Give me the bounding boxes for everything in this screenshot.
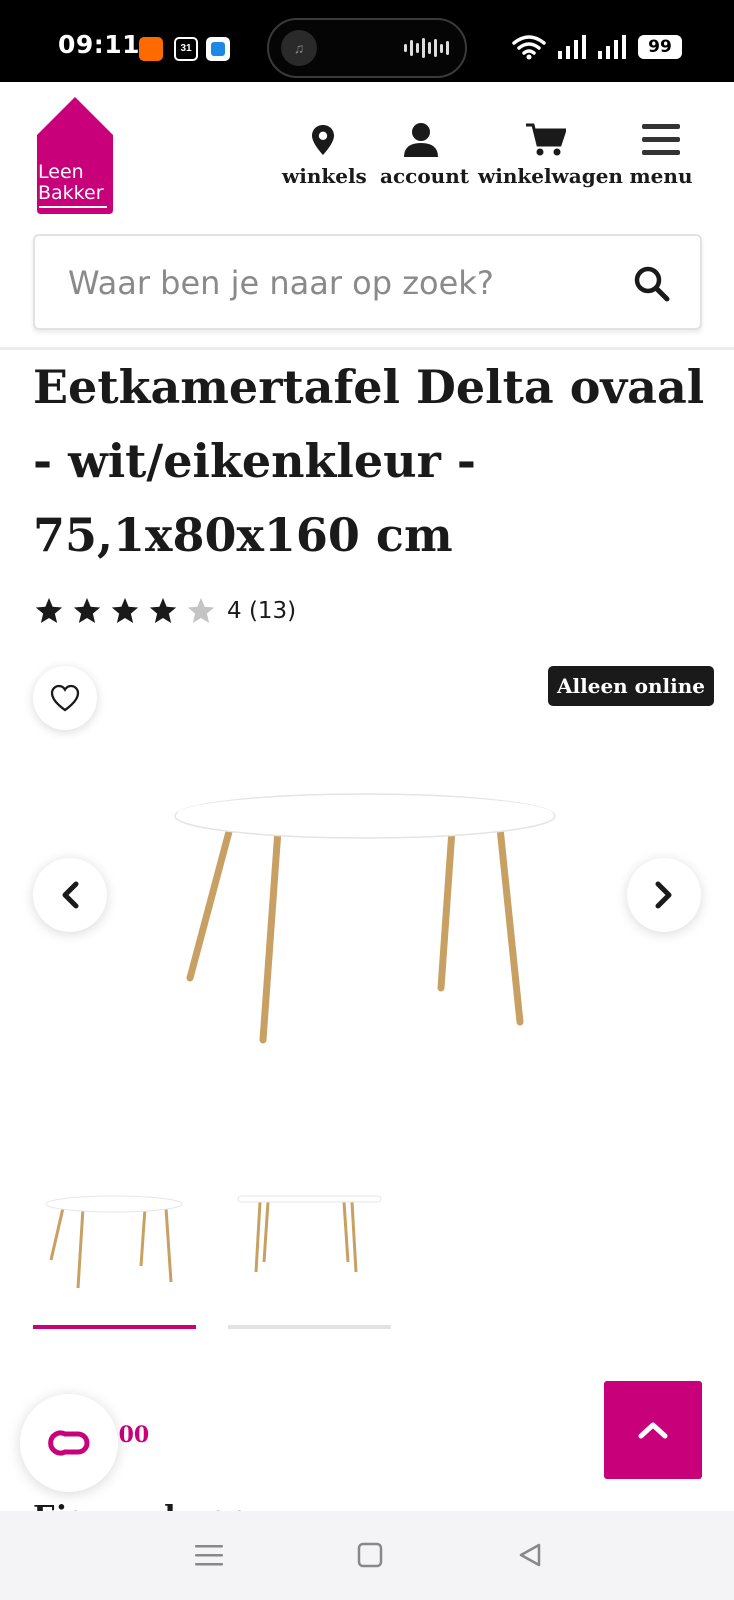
nav-label: winkels — [282, 164, 367, 188]
gallery-indicator — [228, 1325, 391, 1329]
section-heading-partial: Eigenschappen — [33, 1503, 288, 1511]
star-filled-icon — [35, 597, 63, 623]
triangle-back-icon — [519, 1543, 541, 1567]
product-image[interactable] — [160, 790, 570, 1060]
hamburger-icon — [642, 124, 680, 155]
nav-label: menu — [629, 164, 693, 188]
chevron-up-icon — [638, 1422, 668, 1439]
heart-icon — [50, 684, 80, 712]
blue-app-icon — [206, 37, 230, 61]
status-time: 09:11 — [58, 30, 141, 59]
music-icon: ♫ — [281, 30, 317, 66]
search-bar[interactable] — [33, 234, 702, 330]
search-icon[interactable] — [634, 266, 670, 302]
nav-account[interactable]: account — [380, 120, 469, 188]
audio-wave-icon — [404, 38, 449, 58]
system-navigation-bar — [0, 1511, 734, 1600]
logo-text: Leen Bakker — [38, 162, 104, 204]
nav-label: account — [380, 164, 469, 188]
signal-icon — [598, 35, 626, 59]
chevron-right-icon — [655, 881, 672, 909]
wifi-icon — [512, 35, 546, 60]
calendar-icon: 31 — [174, 37, 198, 61]
cart-icon — [526, 123, 566, 156]
star-filled-icon — [149, 597, 177, 623]
chevron-left-icon — [62, 881, 79, 909]
chat-logo-icon — [48, 1430, 90, 1456]
rating[interactable]: 4 (13) — [33, 596, 296, 626]
chat-button[interactable] — [20, 1394, 118, 1492]
price-cents: 00 — [118, 1422, 150, 1448]
user-icon — [404, 123, 438, 157]
nav-menu[interactable]: menu — [628, 120, 694, 188]
dynamic-island: ♫ — [267, 18, 467, 78]
thumbnail-2[interactable] — [228, 1190, 391, 1310]
back-button[interactable] — [512, 1537, 548, 1573]
online-only-badge: Alleen online — [548, 666, 715, 706]
home-button[interactable] — [352, 1537, 388, 1573]
recent-apps-button[interactable] — [191, 1537, 227, 1573]
previous-image-button[interactable] — [33, 858, 107, 932]
status-icons: 99 — [512, 34, 682, 60]
product-title: Eetkamertafel Delta ovaal - wit/eikenkle… — [33, 360, 705, 562]
battery-icon: 99 — [638, 35, 682, 59]
location-pin-icon — [312, 125, 334, 155]
nav-label: winkelwagen — [478, 164, 623, 188]
logo-line-1: Leen — [38, 161, 84, 183]
nav-winkels[interactable]: winkels — [282, 120, 367, 188]
nav-winkelwagen[interactable]: winkelwagen — [478, 120, 623, 188]
star-filled-icon — [73, 597, 101, 623]
menu-lines-icon — [195, 1545, 223, 1566]
thumbnail-1[interactable] — [33, 1190, 196, 1310]
star-empty-icon — [187, 597, 215, 623]
rating-text: 4 (13) — [227, 598, 297, 624]
signal-icon — [558, 35, 586, 59]
star-filled-icon — [111, 597, 139, 623]
status-bar: 09:11 31 ♫ 99 — [0, 0, 734, 82]
gallery-indicator-active — [33, 1325, 196, 1329]
scroll-to-top-button[interactable] — [604, 1381, 702, 1479]
alibaba-app-icon — [139, 37, 163, 61]
search-input[interactable] — [68, 258, 608, 308]
next-image-button[interactable] — [627, 858, 701, 932]
logo-line-2: Bakker — [38, 182, 104, 204]
square-icon — [357, 1542, 383, 1568]
logo-underline — [39, 206, 107, 208]
favorite-button[interactable] — [33, 666, 97, 730]
